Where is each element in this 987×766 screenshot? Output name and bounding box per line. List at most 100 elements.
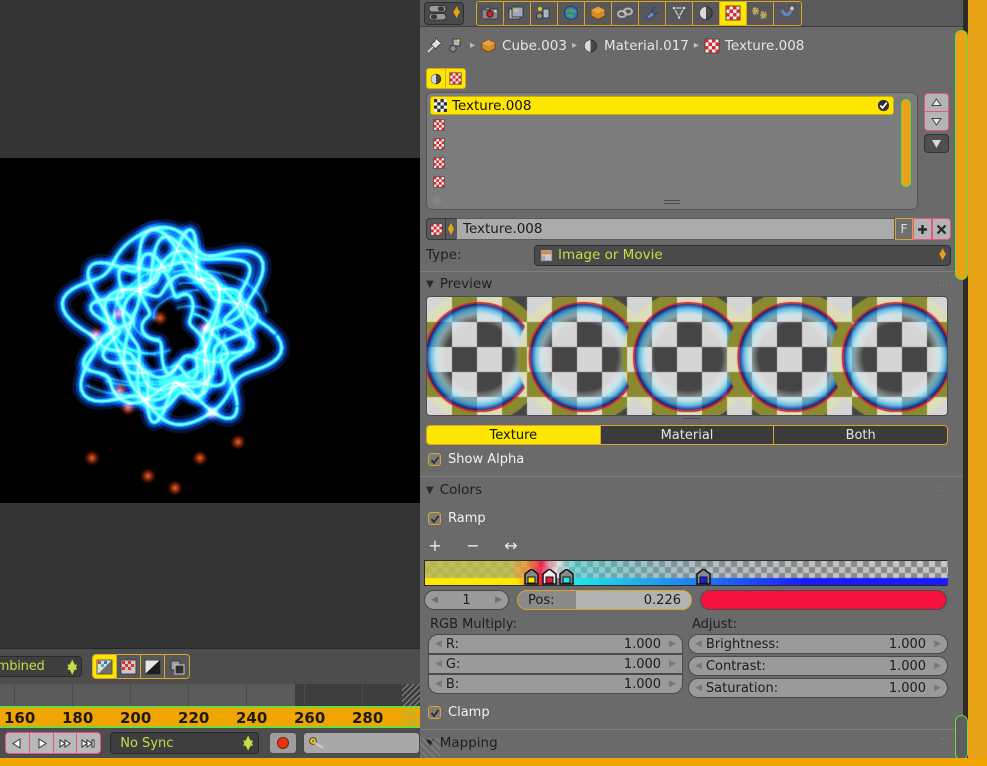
texture-slot-row[interactable] bbox=[430, 115, 914, 134]
ramp-stop-handle-active[interactable] bbox=[542, 569, 557, 585]
drag-dots-icon[interactable]: ⋯ ⋯ bbox=[939, 485, 949, 495]
tab-texture[interactable] bbox=[720, 2, 747, 25]
show-alpha-row[interactable]: Show Alpha bbox=[428, 452, 524, 467]
texture-slot-row[interactable] bbox=[430, 172, 914, 191]
display-channels-color-alpha[interactable] bbox=[93, 655, 117, 678]
keying-set-field[interactable] bbox=[303, 732, 420, 754]
tab-render[interactable] bbox=[477, 2, 504, 25]
properties-scrollbar-bottom[interactable] bbox=[955, 715, 968, 760]
editor-type-selector[interactable]: ▲ ▼ bbox=[424, 2, 464, 25]
drag-dots-icon[interactable]: ⋯ ⋯ bbox=[939, 738, 949, 748]
tab-object[interactable] bbox=[585, 2, 612, 25]
ramp-row[interactable]: Ramp bbox=[428, 511, 486, 526]
tab-render-layers[interactable] bbox=[504, 2, 531, 25]
display-channels-color[interactable] bbox=[117, 655, 141, 678]
list-scrollbar[interactable] bbox=[901, 99, 911, 187]
texture-name-field[interactable]: Texture.008 bbox=[456, 218, 895, 240]
fake-user-button[interactable]: F bbox=[895, 218, 913, 240]
ramp-position-field[interactable]: Pos: 0.226 bbox=[517, 590, 692, 610]
properties-scrollbar[interactable] bbox=[955, 30, 968, 280]
tab-data[interactable] bbox=[666, 2, 693, 25]
decrement-arrow-icon[interactable]: ◀ bbox=[695, 639, 702, 649]
unlink-texture-button[interactable] bbox=[932, 218, 951, 240]
texture-slot-list[interactable]: Texture.008 ⊕ bbox=[426, 92, 918, 210]
browse-datablock-icon[interactable]: ▲ ▼ bbox=[446, 218, 456, 240]
breadcrumb-item-material[interactable]: Material.017 bbox=[604, 38, 689, 54]
texture-context-texture[interactable] bbox=[446, 69, 465, 88]
scrollbar-resize-handle[interactable] bbox=[403, 711, 417, 725]
colors-panel-header[interactable]: ▼ Colors bbox=[426, 482, 482, 498]
tab-material[interactable] bbox=[693, 2, 720, 25]
move-slot-down-button[interactable] bbox=[924, 112, 949, 131]
move-slot-up-button[interactable] bbox=[924, 93, 949, 112]
breadcrumb-item-object[interactable]: Cube.003 bbox=[502, 38, 567, 54]
browse-context-icon[interactable] bbox=[448, 37, 465, 54]
adjust-brightness-field[interactable]: ◀ Brightness: 1.000 ▶ bbox=[688, 634, 948, 654]
sync-mode-dropdown[interactable]: No Sync ▲ ▼ bbox=[110, 732, 259, 754]
tab-scene[interactable] bbox=[531, 2, 558, 25]
tab-world[interactable] bbox=[558, 2, 585, 25]
drag-dots-icon[interactable]: ⋯ ⋯ bbox=[939, 280, 949, 290]
texture-slot-row-selected[interactable]: Texture.008 bbox=[430, 96, 894, 115]
auto-keyframe-button[interactable] bbox=[269, 732, 297, 754]
add-ramp-stop-button[interactable]: + bbox=[428, 536, 442, 555]
jump-end-button[interactable] bbox=[76, 732, 101, 754]
texture-context-material[interactable] bbox=[427, 69, 446, 88]
ramp-stop-handle[interactable] bbox=[559, 569, 574, 585]
texture-preview[interactable] bbox=[426, 296, 948, 416]
increment-arrow-icon[interactable]: ▶ bbox=[669, 639, 676, 649]
texture-slot-row[interactable] bbox=[430, 153, 914, 172]
plus-circle-icon[interactable]: ⊕ bbox=[432, 193, 442, 207]
timeline-frame-scrollbar[interactable]: 160 180 200 220 240 260 280 bbox=[0, 706, 420, 728]
increment-arrow-icon[interactable]: ▶ bbox=[669, 679, 676, 689]
render-pass-dropdown[interactable]: ombined ▲▼ bbox=[0, 656, 82, 677]
ramp-stop-handle[interactable] bbox=[524, 569, 539, 585]
increment-arrow-icon[interactable]: ▶ bbox=[934, 639, 941, 649]
ramp-stop-index-field[interactable]: ◀ 1 ▶ bbox=[424, 590, 509, 610]
increment-arrow-icon[interactable]: ▶ bbox=[934, 661, 941, 671]
adjust-contrast-field[interactable]: ◀ Contrast: 1.000 ▶ bbox=[688, 656, 948, 676]
decrement-arrow-icon[interactable]: ◀ bbox=[435, 679, 442, 689]
rgb-multiply-g-field[interactable]: ◀ G: 1.000 ▶ bbox=[428, 654, 683, 674]
play-button[interactable] bbox=[29, 732, 54, 754]
tab-constraints[interactable] bbox=[612, 2, 639, 25]
next-frame-button[interactable] bbox=[53, 732, 78, 754]
increment-arrow-icon[interactable]: ▶ bbox=[934, 683, 941, 693]
tab-particles[interactable] bbox=[747, 2, 774, 25]
decrement-arrow-icon[interactable]: ◀ bbox=[431, 595, 438, 605]
play-reverse-button[interactable] bbox=[5, 732, 30, 754]
timeline-tick-area[interactable] bbox=[0, 684, 420, 706]
rgb-multiply-r-field[interactable]: ◀ R: 1.000 ▶ bbox=[428, 634, 683, 654]
texture-type-dropdown[interactable]: Image or Movie ▲ ▼ bbox=[534, 245, 951, 266]
new-texture-button[interactable] bbox=[913, 218, 932, 240]
preview-panel-header[interactable]: ▼ Preview bbox=[426, 276, 492, 292]
ramp-checkbox[interactable] bbox=[428, 512, 441, 525]
decrement-arrow-icon[interactable]: ◀ bbox=[695, 661, 702, 671]
ramp-stop-handle[interactable] bbox=[696, 569, 711, 585]
preview-tab-both[interactable]: Both bbox=[774, 426, 947, 444]
preview-resize-grip[interactable] bbox=[683, 415, 701, 420]
preview-tab-texture[interactable]: Texture bbox=[427, 426, 601, 444]
texture-slot-row[interactable] bbox=[430, 134, 914, 153]
decrement-arrow-icon[interactable]: ◀ bbox=[435, 659, 442, 669]
show-alpha-checkbox[interactable] bbox=[428, 453, 441, 466]
remove-ramp-stop-button[interactable]: − bbox=[466, 536, 480, 555]
increment-arrow-icon[interactable]: ▶ bbox=[669, 659, 676, 669]
breadcrumb-item-texture[interactable]: Texture.008 bbox=[725, 38, 804, 54]
adjust-saturation-field[interactable]: ◀ Saturation: 1.000 ▶ bbox=[688, 678, 948, 698]
ramp-color-swatch[interactable] bbox=[700, 590, 947, 610]
slot-enabled-checkbox[interactable] bbox=[877, 99, 890, 112]
tab-physics[interactable] bbox=[774, 2, 801, 25]
display-channels-alpha[interactable] bbox=[141, 655, 165, 678]
rgb-multiply-b-field[interactable]: ◀ B: 1.000 ▶ bbox=[428, 674, 683, 694]
pin-icon[interactable] bbox=[426, 37, 443, 54]
decrement-arrow-icon[interactable]: ◀ bbox=[695, 683, 702, 693]
increment-arrow-icon[interactable]: ▶ bbox=[495, 595, 502, 605]
clamp-row[interactable]: Clamp bbox=[428, 705, 490, 720]
timeline-editor[interactable]: 160 180 200 220 240 260 280 bbox=[0, 684, 420, 728]
decrement-arrow-icon[interactable]: ◀ bbox=[435, 639, 442, 649]
tab-modifiers[interactable] bbox=[639, 2, 666, 25]
clamp-checkbox[interactable] bbox=[428, 706, 441, 719]
list-resize-grip[interactable] bbox=[664, 200, 680, 205]
color-ramp-widget[interactable] bbox=[424, 560, 947, 586]
